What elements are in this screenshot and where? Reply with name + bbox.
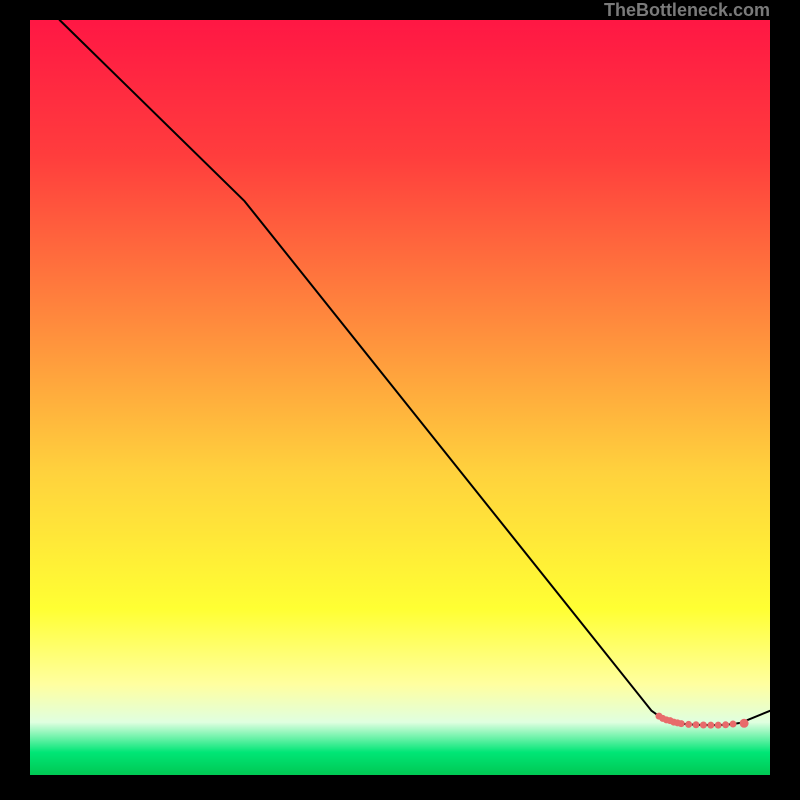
chart-container: TheBottleneck.com — [0, 0, 800, 800]
marker-dot — [730, 721, 737, 728]
marker-dot — [707, 722, 714, 729]
marker-dot — [685, 721, 692, 728]
marker-dot — [715, 722, 722, 729]
marker-dot — [722, 721, 729, 728]
marker-dot — [700, 722, 707, 729]
marker-dot — [693, 721, 700, 728]
marker-dot — [740, 719, 749, 728]
marker-dot — [678, 720, 685, 727]
plot-area — [30, 20, 770, 775]
attribution-text: TheBottleneck.com — [604, 0, 770, 20]
